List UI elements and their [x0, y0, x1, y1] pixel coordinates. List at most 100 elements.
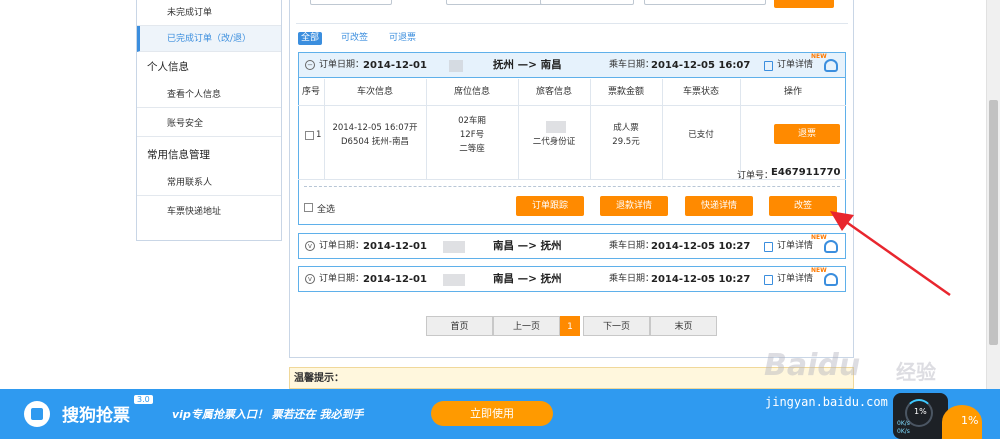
ride-date: 2014-12-05 10:27 [651, 274, 751, 285]
sidebar-item-label: 查看个人信息 [167, 90, 222, 100]
query-type-select [402, 0, 410, 5]
order-card-header[interactable]: v 订单日期： 2014-12-01 南昌 —> 抚州 乘车日期： 2014-1… [299, 267, 845, 291]
page-current[interactable]: 1 [560, 316, 580, 336]
sidebar-item-label: 未完成订单 [167, 8, 213, 18]
train-icon [24, 401, 50, 427]
divider [296, 23, 848, 24]
order-detail-link[interactable]: 订单详情 [777, 234, 813, 259]
order-date-label: 订单日期： [319, 60, 365, 70]
download-speed: 0K/s [897, 428, 910, 435]
order-date: 2014-12-01 [363, 241, 427, 252]
train-departure: 2014-12-05 16:07开 [332, 123, 418, 133]
redacted-block [546, 121, 566, 133]
page-last-button[interactable]: 末页 [650, 316, 717, 336]
order-card-collapsed[interactable]: v 订单日期： 2014-12-01 南昌 —> 抚州 乘车日期： 2014-1… [298, 266, 846, 292]
speed-ball-widget[interactable]: 1% [942, 405, 982, 439]
order-card-header[interactable]: v 订单日期： 2014-12-01 南昌 —> 抚州 乘车日期： 2014-1… [299, 234, 845, 258]
table-header: 车票状态 [682, 87, 719, 97]
order-panel: 全部 可改签 可退票 − 订单日期： 2014-12-01 抚州 —> 南昌 乘… [289, 0, 854, 358]
table-header-row: 序号 车次信息 席位信息 旅客信息 票款金额 车票状态 操作 [298, 79, 846, 106]
page-first-button[interactable]: 首页 [426, 316, 493, 336]
sidebar: 未完成订单 已完成订单（改/退） 个人信息 查看个人信息 账号安全 常用信息管理… [136, 0, 282, 241]
row-checkbox[interactable] [305, 131, 314, 140]
customer-service-icon[interactable] [824, 59, 838, 72]
order-route: 南昌 —> 抚州 [493, 240, 562, 252]
customer-service-icon[interactable] [824, 240, 838, 253]
sidebar-item-view-personal-info[interactable]: 查看个人信息 [137, 82, 281, 108]
customer-service-icon[interactable] [824, 273, 838, 286]
baidu-watermark-logo: Baidu [764, 348, 861, 383]
ride-date-label: 乘车日期： [609, 274, 655, 284]
document-icon [764, 61, 773, 71]
sidebar-item-contacts[interactable]: 常用联系人 [137, 170, 281, 196]
network-monitor-widget[interactable]: 1% 0K/s 0K/s [893, 393, 948, 439]
order-route: 南昌 —> 抚州 [493, 273, 562, 285]
filter-refundable[interactable]: 可退票 [389, 32, 416, 45]
query-button[interactable] [774, 0, 834, 8]
row-index: 1 [316, 130, 322, 140]
sidebar-item-label: 已完成订单（改/退） [167, 34, 252, 44]
ticket-type: 成人票 [613, 123, 639, 133]
sidebar-item-account-security[interactable]: 账号安全 [137, 111, 281, 137]
seat-car: 02车厢 [458, 116, 486, 126]
column-divider [518, 79, 519, 179]
express-detail-button[interactable]: 快递详情 [685, 196, 753, 216]
document-icon [764, 275, 773, 285]
keyword-input[interactable] [644, 0, 766, 5]
sidebar-item-delivery-address[interactable]: 车票快递地址 [137, 199, 281, 225]
order-route: 抚州 —> 南昌 [493, 59, 562, 71]
sidebar-item-finished-orders[interactable]: 已完成订单（改/退） [137, 26, 281, 52]
filter-changeable[interactable]: 可改签 [341, 32, 368, 45]
order-detail-link[interactable]: 订单详情 [777, 267, 813, 292]
banner-slogan: vip专属抢票入口！ 票若还在 我必到手 [172, 408, 364, 421]
order-number-label: 订单号： [737, 171, 774, 181]
passenger-id-type: 二代身份证 [532, 137, 576, 147]
order-detail-link[interactable]: 订单详情 [777, 53, 813, 78]
table-header: 操作 [783, 87, 802, 97]
ride-date-label: 乘车日期： [609, 241, 655, 251]
sidebar-item-label: 账号安全 [167, 119, 204, 129]
order-tracking-button[interactable]: 订单跟踪 [516, 196, 584, 216]
order-date-label: 订单日期： [319, 274, 365, 284]
column-divider [740, 79, 741, 179]
ride-date-label: 乘车日期： [609, 60, 655, 70]
banner-version-badge: 3.0 [134, 395, 153, 404]
network-percent: 1% [914, 407, 927, 416]
table-header: 序号 [301, 87, 320, 97]
order-date: 2014-12-01 [363, 274, 427, 285]
redacted-block [443, 241, 465, 253]
page-scrollbar[interactable] [986, 0, 1000, 389]
use-now-button[interactable]: 立即使用 [431, 401, 553, 426]
refund-button[interactable]: 退票 [774, 124, 840, 144]
change-ticket-button[interactable]: 改签 [769, 196, 837, 216]
order-number: E467911770 [771, 167, 841, 178]
refund-detail-button[interactable]: 退款详情 [600, 196, 668, 216]
page-next-button[interactable]: 下一页 [583, 316, 650, 336]
search-strip [296, 0, 848, 8]
expand-icon[interactable]: v [305, 241, 315, 251]
seat-class: 二等座 [459, 144, 485, 154]
baidu-watermark-url: jingyan.baidu.com [765, 395, 888, 409]
ticket-price: 29.5元 [612, 137, 640, 147]
collapse-icon[interactable]: − [305, 60, 315, 70]
end-date-input[interactable] [540, 0, 634, 5]
scrollbar-thumb[interactable] [989, 100, 998, 345]
order-card-collapsed[interactable]: v 订单日期： 2014-12-01 南昌 —> 抚州 乘车日期： 2014-1… [298, 233, 846, 259]
sidebar-item-unfinished-orders[interactable]: 未完成订单 [137, 0, 281, 26]
order-date: 2014-12-01 [363, 60, 427, 71]
order-card-header[interactable]: − 订单日期： 2014-12-01 抚州 —> 南昌 乘车日期： 2014-1… [299, 53, 845, 78]
baidu-watermark-text: 经验 [896, 360, 936, 384]
expand-icon[interactable]: v [305, 274, 315, 284]
arrow-shaft [841, 217, 951, 297]
speed-ball-percent: 1% [961, 414, 979, 427]
query-type-select[interactable] [310, 0, 392, 5]
select-all-checkbox[interactable] [304, 203, 313, 212]
filter-all[interactable]: 全部 [298, 32, 323, 45]
ride-date: 2014-12-05 10:27 [651, 241, 751, 252]
redacted-block [443, 274, 465, 286]
page-prev-button[interactable]: 上一页 [493, 316, 560, 336]
seat-number: 12F号 [459, 130, 485, 140]
table-header: 票款金额 [607, 87, 644, 97]
ticket-table: 序号 车次信息 席位信息 旅客信息 票款金额 车票状态 操作 1 2014-12… [298, 79, 846, 180]
table-header: 席位信息 [453, 87, 490, 97]
